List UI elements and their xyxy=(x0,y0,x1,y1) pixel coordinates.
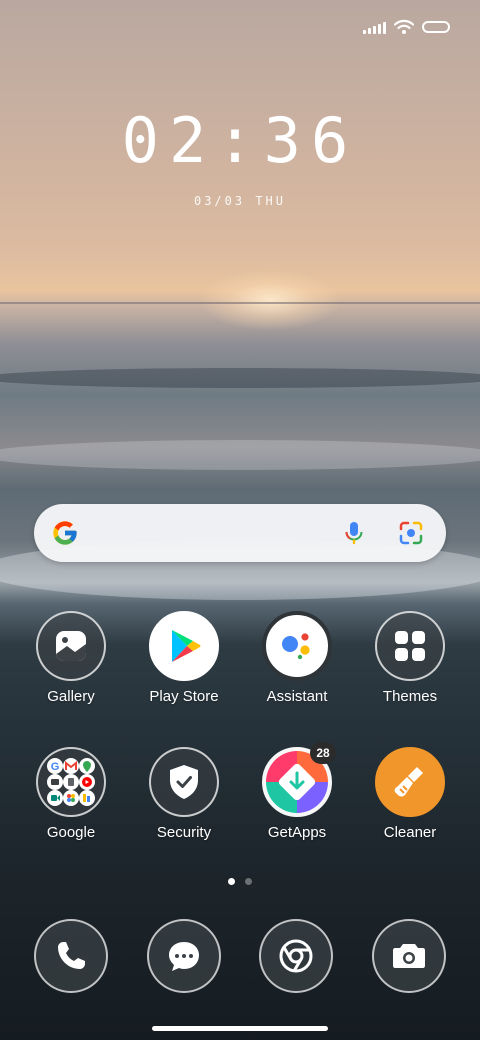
app-cleaner[interactable]: Cleaner xyxy=(360,747,460,841)
lens-icon[interactable] xyxy=(398,520,424,546)
themes-icon xyxy=(375,611,445,681)
battery-icon xyxy=(422,21,450,33)
broom-icon xyxy=(375,747,445,817)
app-label: Google xyxy=(46,824,96,841)
gallery-icon xyxy=(36,611,106,681)
app-assistant[interactable]: Assistant xyxy=(247,611,347,705)
chrome-icon xyxy=(279,939,313,973)
play-store-icon xyxy=(149,611,219,681)
wallpaper-sun xyxy=(200,270,340,330)
page-indicator[interactable] xyxy=(228,878,252,885)
clock-time[interactable]: 02:36 xyxy=(0,104,480,177)
dock-chrome[interactable] xyxy=(259,919,333,993)
wallpaper-wave xyxy=(0,368,480,388)
notification-badge: 28 xyxy=(310,742,336,764)
page-dot[interactable] xyxy=(245,878,252,885)
app-google-folder[interactable]: G Google xyxy=(21,747,121,841)
app-label: Gallery xyxy=(47,688,95,705)
getapps-icon: 28 xyxy=(262,742,336,817)
app-themes[interactable]: Themes xyxy=(360,611,460,705)
app-label: GetApps xyxy=(267,824,327,841)
signal-icon xyxy=(363,20,386,34)
app-gallery[interactable]: Gallery xyxy=(21,611,121,705)
app-label: Themes xyxy=(382,688,438,705)
messages-icon xyxy=(169,942,199,971)
page-dot-active[interactable] xyxy=(228,878,235,885)
shield-icon xyxy=(149,747,219,817)
wallpaper-horizon xyxy=(0,302,480,304)
app-label: Play Store xyxy=(149,688,219,705)
app-label: Cleaner xyxy=(383,824,437,841)
wallpaper-wave xyxy=(0,440,480,470)
dock-camera[interactable] xyxy=(372,919,446,993)
app-play-store[interactable]: Play Store xyxy=(134,611,234,705)
camera-icon xyxy=(393,944,425,968)
home-screen: 02:36 03/03 THU Gallery Play Store Assis… xyxy=(0,0,480,1040)
app-security[interactable]: Security xyxy=(134,747,234,841)
google-folder-icon: G xyxy=(36,747,106,817)
dock-phone[interactable] xyxy=(34,919,108,993)
home-gesture-bar[interactable] xyxy=(152,1026,328,1031)
dock-messages[interactable] xyxy=(147,919,221,993)
app-label: Assistant xyxy=(266,688,328,705)
svg-text:G: G xyxy=(51,761,60,773)
app-label: Security xyxy=(156,824,212,841)
status-bar xyxy=(0,0,480,54)
wifi-icon xyxy=(394,19,414,34)
mic-icon[interactable] xyxy=(340,519,368,547)
google-search-bar[interactable] xyxy=(34,504,446,562)
app-getapps[interactable]: 28 GetApps xyxy=(247,742,347,841)
clock-date[interactable]: 03/03 THU xyxy=(0,194,480,208)
phone-icon xyxy=(58,942,85,969)
assistant-icon xyxy=(262,611,332,681)
google-logo xyxy=(53,521,77,545)
